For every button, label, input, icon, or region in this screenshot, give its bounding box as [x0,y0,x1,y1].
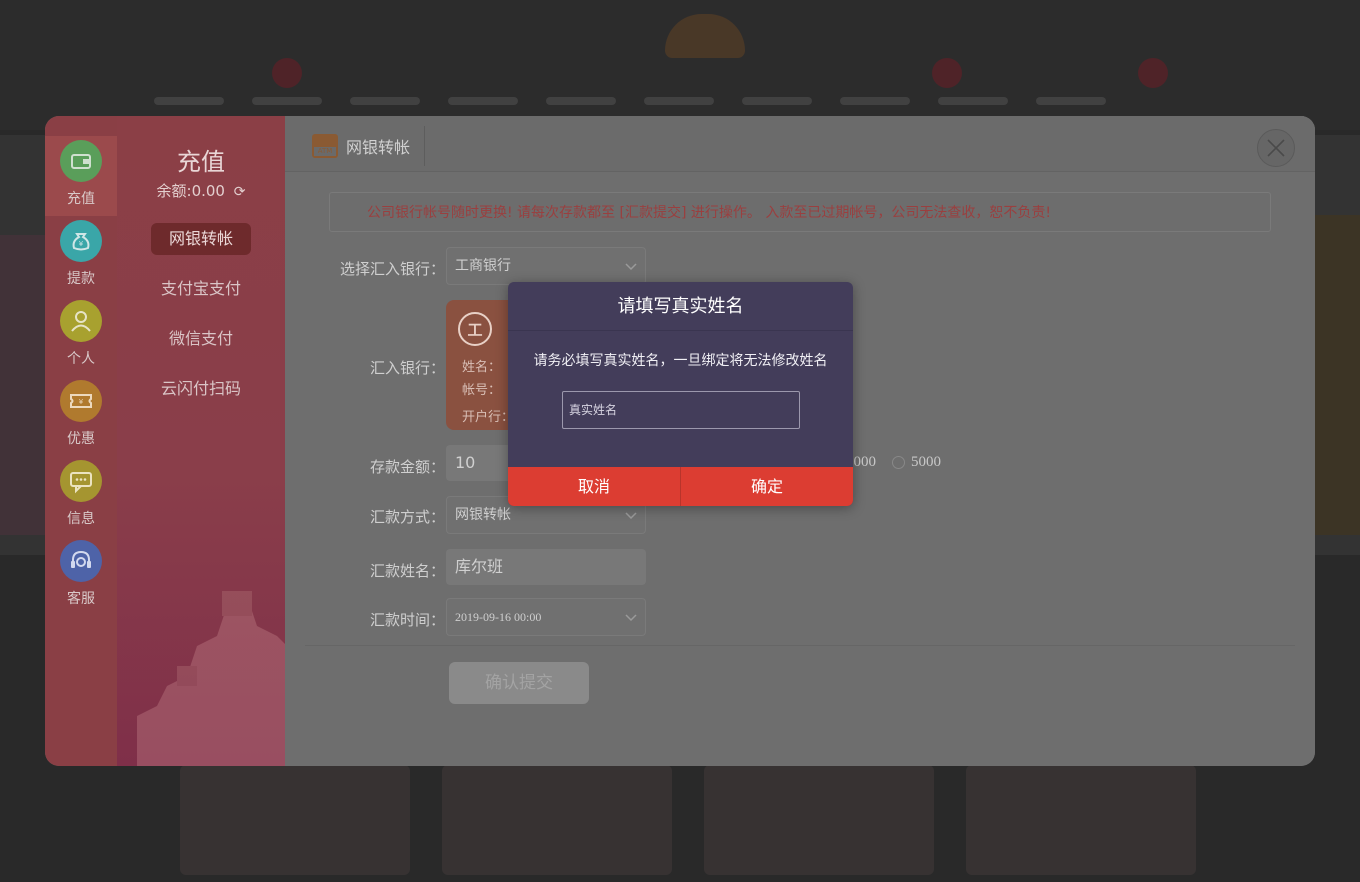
great-wall-decoration [137,591,297,766]
rail-item-profile[interactable]: 个人 [45,296,117,376]
tab-label: 网银转帐 [346,138,411,157]
tab-bar: ATM 网银转帐 [285,116,1315,172]
rail-label: 优惠 [67,431,95,447]
rail-item-messages[interactable]: 信息 [45,456,117,536]
side-rail: 充值 ¥ 提款 个人 ¥ 优惠 信息 客服 [45,116,117,766]
chevron-down-icon [625,614,637,622]
money-bag-icon: ¥ [60,220,102,262]
remit-time-select[interactable]: 2019-09-16 00:00 [446,598,646,636]
bank-select-value: 工商银行 [455,258,511,274]
balance-display: 余额:0.00 ⟳ [117,180,285,201]
rail-label: 个人 [67,351,95,367]
headset-icon [60,540,102,582]
bank-card-account-label: 帐号： [462,383,502,398]
close-button[interactable] [1257,129,1295,167]
remit-time-value: 2019-09-16 00:00 [455,610,542,624]
submenu-item-alipay[interactable]: 支付宝支付 [151,273,251,305]
user-icon [60,300,102,342]
amount-options: 1000 5000 [846,454,957,471]
atm-icon-text: ATM [314,147,336,156]
refresh-icon[interactable]: ⟳ [234,184,246,200]
remitter-name-input[interactable]: 库尔班 [446,549,646,585]
rail-item-support[interactable]: 客服 [45,536,117,616]
bank-card-branch-label: 开户行： [462,410,515,425]
radio-icon [892,456,905,469]
submenu-item-bank-transfer[interactable]: 网银转帐 [151,223,251,255]
coupon-icon: ¥ [60,380,102,422]
dialog-message: 请务必填写真实姓名，一旦绑定将无法修改姓名 [533,353,828,369]
balance-text: 余额:0.00 [156,182,225,200]
submenu-item-unionpay-scan[interactable]: 云闪付扫码 [151,373,251,405]
method-select-value: 网银转帐 [455,507,511,523]
real-name-input[interactable]: 真实姓名 [562,391,800,429]
close-icon [1267,139,1285,157]
rail-label: 信息 [67,511,95,527]
submenu-item-wechat-pay[interactable]: 微信支付 [151,323,251,355]
wallet-icon [60,140,102,182]
dialog-title: 请填写真实姓名 [508,282,853,331]
chevron-down-icon [625,263,637,271]
remit-time-label: 汇款时间： [369,611,445,629]
atm-icon: ATM [312,134,338,158]
bank-card-name-label: 姓名： [462,360,502,375]
bank-select[interactable]: 工商银行 [446,247,646,285]
message-icon [60,460,102,502]
tab-bank-transfer[interactable]: ATM 网银转帐 [312,126,426,166]
rail-label: 充值 [67,191,95,207]
method-label: 汇款方式： [369,508,445,526]
remitter-name-label: 汇款姓名： [369,562,445,580]
dialog-buttons: 取消 确定 [508,467,853,506]
submit-button[interactable]: 确认提交 [449,662,589,704]
recharge-submenu: 充值 余额:0.00 ⟳ 网银转帐 支付宝支付 微信支付 云闪付扫码 [117,116,297,766]
icbc-logo-icon: 工 [458,312,492,346]
submenu-title: 充值 [177,148,225,176]
rail-item-promotions[interactable]: ¥ 优惠 [45,376,117,456]
svg-text:¥: ¥ [79,398,84,406]
cancel-button[interactable]: 取消 [508,467,680,506]
form-divider [305,645,1295,646]
amount-label: 存款金额： [369,458,445,476]
amount-option-label: 5000 [911,454,941,470]
rail-item-recharge[interactable]: 充值 [45,136,117,216]
confirm-button[interactable]: 确定 [680,467,853,506]
deposit-bank-label: 汇入银行： [369,359,445,377]
notice-banner: 公司银行帐号随时更换! 请每次存款都至 [汇款提交] 进行操作。 入款至已过期帐… [329,192,1271,232]
rail-label: 提款 [67,271,95,287]
select-bank-label: 选择汇入银行： [339,260,445,278]
amount-option-5000[interactable]: 5000 [892,454,941,471]
real-name-dialog: 请填写真实姓名 请务必填写真实姓名，一旦绑定将无法修改姓名 真实姓名 取消 确定 [508,282,853,506]
svg-text:¥: ¥ [79,240,84,248]
chevron-down-icon [625,512,637,520]
rail-item-withdraw[interactable]: ¥ 提款 [45,216,117,296]
rail-label: 客服 [67,591,95,607]
